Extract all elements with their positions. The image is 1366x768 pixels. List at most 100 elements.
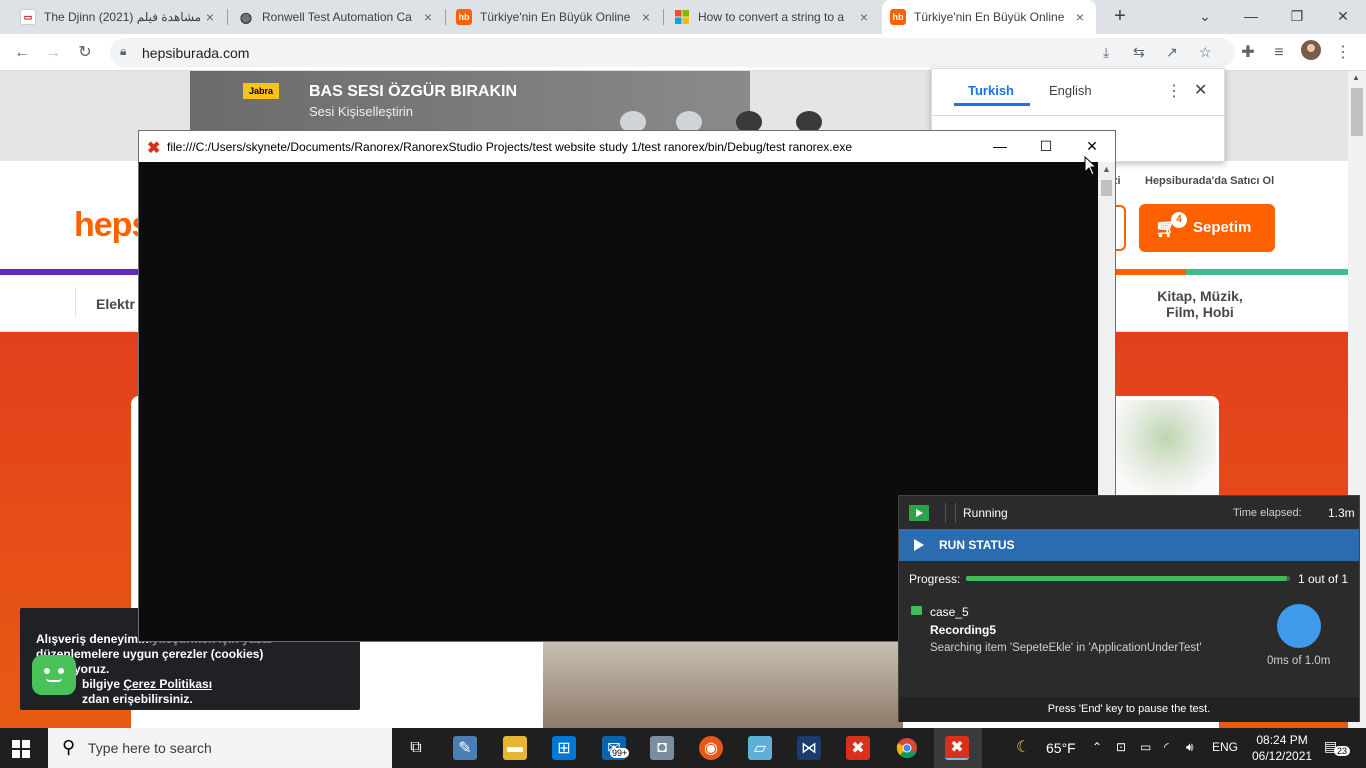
translate-divider [932,115,1224,116]
network-monitor-icon[interactable]: ⊡ [1116,740,1126,754]
bot-eye [44,668,50,674]
notification-count: 23 [1334,746,1351,756]
case-folder-icon [911,606,922,615]
lang-english-tab[interactable]: English [1049,83,1092,98]
task-view-icon[interactable]: ⧉ [404,736,428,760]
database-app-icon[interactable]: ◘ [650,736,674,760]
install-app-icon[interactable]: ⤓ [1103,44,1109,61]
system-clock[interactable]: 08:24 PM 06/12/2021 [1252,732,1312,764]
tab-divider [227,9,228,25]
browser-tab-microsoft[interactable]: How to convert a string to a × [666,0,880,34]
store-icon[interactable]: ⊞ [552,736,576,760]
back-button[interactable]: ← [9,40,35,66]
plant-image [1116,400,1216,495]
page-favicon-icon: ▭ [20,9,36,25]
volume-icon[interactable]: 🔊︎ [1186,740,1194,755]
run-state: Running [963,506,1008,520]
notepad-app-icon[interactable]: ▱ [748,736,772,760]
new-tab-button[interactable]: + [1108,4,1132,28]
tab-search-icon[interactable]: ⌄ [1182,0,1228,34]
tab-close-icon[interactable]: × [856,9,872,25]
tab-close-icon[interactable]: × [638,9,654,25]
notification-center-icon[interactable]: ▤ 23 [1324,738,1351,756]
browser-menu-icon[interactable]: ⋮ [1330,40,1356,66]
timeout-timer: 0ms of 1.0m [1267,655,1331,667]
elapsed-label: Time elapsed: [1233,507,1302,519]
console-scroll-thumb[interactable] [1101,180,1112,196]
translate-menu-icon[interactable]: ⋮ [1166,81,1182,101]
extensions-icon[interactable]: ✚ [1235,40,1261,66]
browser-toolbar: ← → ↻ 🔒︎ hepsiburada.com ⤓ ⇆ ↗ ☆ ✚ ≡ ⋮ [0,34,1366,71]
taskbar-search-placeholder: Type here to search [88,740,212,756]
address-url: hepsiburada.com [142,45,250,61]
tab-close-icon[interactable]: × [1072,9,1088,25]
search-status-text: Searching item 'SepeteEkle' in 'Applicat… [930,642,1202,654]
taskbar-search[interactable]: ⚲ Type here to search [48,728,392,768]
hb-favicon-icon: hb [890,9,906,25]
mouse-cursor-icon [1084,156,1098,176]
minimize-button[interactable]: — [1228,0,1274,34]
share-icon[interactable]: ↗ [1166,44,1178,61]
bookmark-star-icon[interactable]: ☆ [1199,44,1212,61]
search-icon: ⚲ [62,737,76,757]
category-books[interactable]: Kitap, Müzik, Film, Hobi [1152,288,1248,320]
tray-chevron-icon[interactable]: ⌃ [1092,740,1102,754]
weather-moon-icon[interactable]: ☾ [1016,737,1030,757]
file-explorer-icon[interactable]: ▬ [503,736,527,760]
restore-button[interactable]: ❐ [1274,0,1320,34]
scroll-up-arrow-icon[interactable]: ▲ [1352,73,1360,82]
media-control-icon[interactable]: ≡ [1266,40,1292,66]
tab-close-icon[interactable]: × [420,9,436,25]
chatbot-icon[interactable] [32,655,76,695]
ad-headline: BAS SESI ÖZGÜR BIRAKIN [309,83,518,100]
globe-icon: ◍ [239,8,253,25]
console-titlebar[interactable]: ✖ file:///C:/Users/skynete/Documents/Ran… [139,131,1115,162]
paint-app-icon[interactable]: ✎ [453,736,477,760]
browser-tab-hepsiburada-1[interactable]: hb Türkiye'nin En Büyük Online × [448,0,662,34]
recording-name: Recording5 [930,623,997,637]
profile-avatar[interactable] [1298,40,1324,66]
category-electronics[interactable]: Elektr [96,296,135,312]
seller-link[interactable]: Hepsiburada'da Satıcı Ol [1145,175,1274,187]
console-maximize-button[interactable]: ☐ [1023,131,1069,162]
lang-turkish-tab[interactable]: Turkish [968,83,1014,98]
chrome-icon[interactable] [895,736,919,760]
forward-button[interactable]: → [40,40,66,66]
input-language[interactable]: ENG [1212,740,1238,754]
running-play-icon [909,505,929,521]
scroll-up-arrow-icon[interactable]: ▲ [1102,164,1111,174]
weather-temp[interactable]: 65°F [1046,740,1076,756]
category-books-line2: Film, Hobi [1166,304,1234,320]
console-minimize-button[interactable]: — [977,131,1023,162]
cookie-policy-link[interactable]: Çerez Politikası [123,677,212,691]
windows-start-icon[interactable] [12,740,30,758]
firefox-icon[interactable]: ◉ [699,736,723,760]
browser-tab-ronwell[interactable]: ◍ Ronwell Test Automation Ca × [230,0,444,34]
translate-icon[interactable]: ⇆ [1133,44,1145,61]
battery-icon[interactable]: ▭ [1140,740,1151,754]
run-status-bar[interactable]: RUN STATUS [899,529,1359,561]
cart-button[interactable]: 🛒︎ 4 Sepetim [1139,204,1275,252]
browser-tab-hepsiburada-active[interactable]: hb Türkiye'nin En Büyük Online × [882,0,1096,34]
close-window-button[interactable]: ✕ [1320,0,1366,34]
run-status-label: RUN STATUS [939,538,1015,552]
ranorex-studio-icon[interactable]: ✖ [846,736,870,760]
tab-title: Türkiye'nin En Büyük Online [480,10,631,24]
tab-divider [445,9,446,25]
visual-studio-icon[interactable]: ⋈ [797,736,821,760]
elapsed-value: 1.3m [1328,506,1355,520]
scrollbar-thumb[interactable] [1351,88,1363,136]
browser-tab-djinn[interactable]: ▭ The Djinn (2021) مشاهدة فيلم × [12,0,226,34]
ranorex-runner-icon[interactable]: ✖ [945,736,969,760]
address-bar[interactable]: 🔒︎ hepsiburada.com ⤓ ⇆ ↗ ☆ [110,38,1235,67]
bedroom-image [543,640,903,728]
tab-divider [663,9,664,25]
ad-subline: Sesi Kişiselleştirin [309,104,414,119]
wifi-icon[interactable]: ◜ [1164,740,1169,754]
bot-mouth [46,678,62,682]
tab-close-icon[interactable]: × [202,9,218,25]
translate-close-icon[interactable]: ✕ [1194,80,1207,100]
cookie-line1: Alışveriş deneyimin [36,632,149,646]
nav-divider [75,287,76,317]
reload-button[interactable]: ↻ [72,40,98,66]
